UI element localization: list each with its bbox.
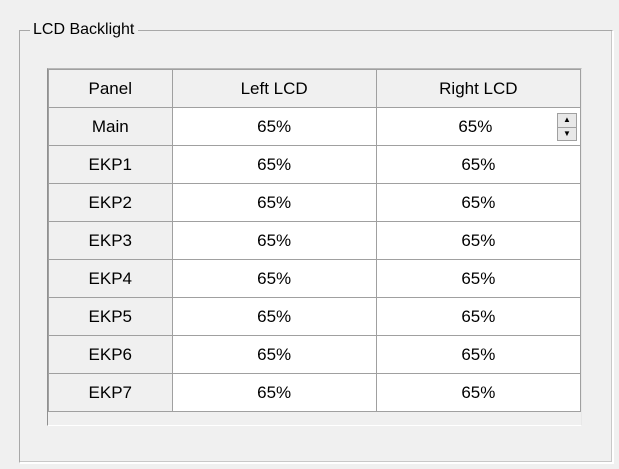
left-lcd-cell[interactable]: 65% [171, 259, 377, 298]
left-lcd-cell[interactable]: 65% [171, 221, 377, 260]
right-lcd-cell[interactable]: 65% [375, 297, 582, 336]
row-header-panel[interactable]: EKP4 [48, 259, 173, 298]
left-lcd-cell[interactable]: 65% [171, 107, 377, 146]
row-header-panel[interactable]: EKP6 [48, 335, 173, 374]
right-lcd-cell[interactable]: 65% [375, 145, 582, 184]
spin-down-arrow-icon[interactable]: ▼ [557, 127, 577, 141]
value-spinner[interactable]: ▲ ▼ [557, 113, 577, 141]
table-row: EKP7 65% 65% [48, 373, 582, 412]
row-header-panel[interactable]: Main [48, 107, 173, 146]
left-lcd-cell[interactable]: 65% [171, 297, 377, 336]
row-header-panel[interactable]: EKP2 [48, 183, 173, 222]
column-header-right-lcd[interactable]: Right LCD [375, 69, 582, 108]
table-row: EKP5 65% 65% [48, 297, 582, 336]
table-row: EKP4 65% 65% [48, 259, 582, 298]
spin-up-arrow-icon[interactable]: ▲ [557, 113, 577, 128]
table-row: EKP1 65% 65% [48, 145, 582, 184]
right-lcd-cell-editing[interactable]: 65% ▲ ▼ [375, 107, 582, 146]
right-lcd-cell[interactable]: 65% [375, 221, 582, 260]
groupbox-title: LCD Backlight [30, 20, 139, 40]
row-header-panel[interactable]: EKP5 [48, 297, 173, 336]
left-lcd-cell[interactable]: 65% [171, 145, 377, 184]
left-lcd-cell[interactable]: 65% [171, 335, 377, 374]
right-lcd-cell[interactable]: 65% [375, 183, 582, 222]
header-row: Panel Left LCD Right LCD [48, 69, 582, 108]
right-lcd-cell[interactable]: 65% [375, 335, 582, 374]
column-header-panel[interactable]: Panel [48, 69, 173, 108]
backlight-table: Panel Left LCD Right LCD Main 65% 65% ▲ … [48, 69, 582, 412]
right-lcd-spin-input[interactable]: 65% [377, 108, 544, 145]
table-row: EKP3 65% 65% [48, 221, 582, 260]
backlight-grid: Panel Left LCD Right LCD Main 65% 65% ▲ … [47, 68, 582, 426]
right-lcd-cell[interactable]: 65% [375, 373, 582, 412]
table-row: EKP6 65% 65% [48, 335, 582, 374]
row-header-panel[interactable]: EKP7 [48, 373, 173, 412]
row-header-panel[interactable]: EKP1 [48, 145, 173, 184]
right-lcd-cell[interactable]: 65% [375, 259, 582, 298]
table-row: EKP2 65% 65% [48, 183, 582, 222]
row-header-panel[interactable]: EKP3 [48, 221, 173, 260]
column-header-left-lcd[interactable]: Left LCD [171, 69, 377, 108]
left-lcd-cell[interactable]: 65% [171, 373, 377, 412]
left-lcd-cell[interactable]: 65% [171, 183, 377, 222]
table-row: Main 65% 65% ▲ ▼ [48, 107, 582, 146]
